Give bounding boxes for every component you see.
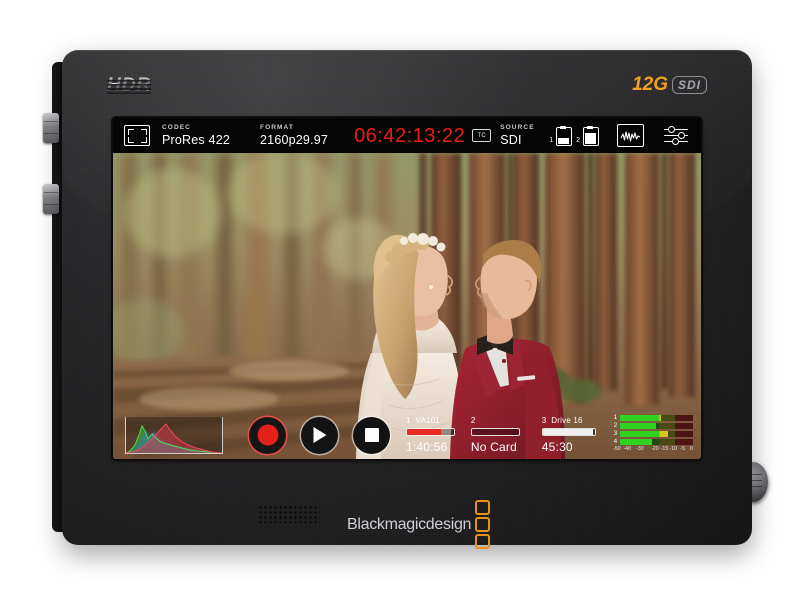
audio-meter-track [619, 431, 693, 437]
audio-meter-level [619, 415, 661, 421]
monitor-screen[interactable]: 1 VA101 1:40:56 2 No Card 3 Drive 16 45:… [113, 118, 701, 459]
media-slot-3-remaining: 45:30 [541, 440, 573, 454]
audio-meter-zone [675, 415, 693, 421]
audio-scale-tick: -5 [680, 446, 685, 452]
12g-label: 12G [632, 74, 668, 95]
audio-meter-zone [659, 415, 676, 421]
audio-meter-row: 2 [614, 423, 693, 429]
battery-2-number: 2 [576, 136, 580, 144]
record-button[interactable] [249, 416, 286, 454]
codec-label: CODEC [162, 123, 191, 131]
audio-scale-tick: -20 [651, 446, 659, 452]
media-slot-2-remaining: No Card [470, 440, 517, 454]
sliders-icon[interactable] [664, 126, 688, 145]
media-slot-3-name: Drive 16 [551, 416, 583, 425]
audio-meter-row: 4 [614, 439, 693, 445]
media-slot-1[interactable]: 1 VA101 1:40:56 [406, 416, 455, 454]
play-triangle-icon [313, 427, 327, 443]
battery-group[interactable]: 1 2 [549, 125, 599, 146]
media-slot-1-number: 1 [406, 416, 411, 425]
monitor-overlay-bar: 1 VA101 1:40:56 2 No Card 3 Drive 16 45:… [113, 411, 701, 459]
media-slot-2-header: 2 [471, 416, 520, 425]
audio-meter-row: 1 [614, 415, 693, 421]
audio-scale-tick: -15 [660, 446, 669, 452]
left-mount-tab-bottom [43, 184, 59, 214]
audio-scale-tick: -30 [636, 446, 644, 452]
12g-sdi-badge: 12G SDI [632, 74, 707, 96]
timecode-source-badge[interactable]: TC [472, 129, 492, 142]
format-field[interactable]: FORMAT 2160p29.97 [260, 123, 329, 147]
media-slot-2-bar [470, 428, 520, 436]
audio-meter-row: 3 [614, 431, 693, 437]
audio-meter-zone [659, 439, 676, 445]
audio-meter-rows: 1 2 3 4 [614, 415, 693, 445]
codec-value: ProRes 422 [162, 133, 231, 147]
audio-meters[interactable]: 1234 -50 -40 -30 -20 -15 -10 -5 0 [613, 415, 693, 455]
media-slot-1-bar-fill [407, 429, 441, 435]
media-slot-1-name: VA101 [415, 416, 440, 425]
timecode-display[interactable]: 06:42:13:22 [354, 126, 465, 146]
audio-scale-tick: 0 [689, 446, 693, 452]
battery-1-fill [557, 137, 569, 144]
status-bar: CODEC ProRes 422 FORMAT 2160p29.97 06:42… [113, 118, 701, 153]
stop-square-icon [364, 428, 379, 442]
audio-meter-zone [675, 423, 693, 429]
media-slot-3-bar [541, 428, 596, 436]
video-assist-monitor-body: HDR 12G SDI 1 VA101 1:40:56 2 No Card 3 … [62, 50, 752, 549]
audio-meter-level [619, 423, 657, 429]
sdi-label: SDI [671, 75, 707, 95]
audio-meter-zone [675, 431, 693, 437]
hdr-badge: HDR [107, 75, 152, 96]
format-value: 2160p29.97 [260, 133, 329, 147]
source-value: SDI [500, 133, 522, 147]
source-label: SOURCE [500, 123, 535, 131]
play-button[interactable] [301, 416, 338, 454]
audio-meter-level [619, 431, 669, 437]
video-preview[interactable]: 1 VA101 1:40:56 2 No Card 3 Drive 16 45:… [113, 153, 701, 459]
media-slot-3-bar-fill [542, 429, 593, 435]
battery-1-number: 1 [549, 136, 554, 144]
source-field[interactable]: SOURCE SDI [500, 123, 535, 147]
scope-glyph [620, 130, 641, 142]
media-slot-3-drive[interactable]: 3 Drive 16 45:30 [541, 416, 596, 454]
media-slot-1-bar [406, 428, 455, 436]
record-dot-icon [257, 424, 278, 446]
audio-scale-tick: -10 [669, 446, 677, 452]
audio-meter-track [619, 439, 693, 445]
audio-meter-level [619, 439, 652, 445]
media-slot-3-number: 3 [541, 416, 547, 425]
brand-text: Blackmagicdesign [347, 515, 472, 533]
brand-marks-icon [475, 500, 491, 549]
media-slot-3-header: 3 Drive 16 [542, 416, 596, 425]
screenshot-root: HDR 12G SDI 1 VA101 1:40:56 2 No Card 3 … [0, 0, 800, 600]
brand-logo: Blackmagicdesign [347, 500, 491, 549]
audio-meter-track [619, 423, 693, 429]
audio-scale-tick: -40 [623, 446, 631, 452]
media-slot-1-remaining: 1:40:56 [406, 440, 448, 454]
media-slot-1-header: 1 VA101 [406, 416, 455, 425]
waveform-scope-icon[interactable] [617, 124, 644, 147]
codec-field[interactable]: CODEC ProRes 422 [162, 123, 231, 147]
media-slot-2-number: 2 [470, 416, 476, 425]
media-slot-2[interactable]: 2 No Card [470, 416, 520, 454]
frame-corners-icon[interactable] [124, 125, 150, 146]
speaker-grille [258, 505, 320, 523]
audio-meter-track [619, 415, 693, 421]
battery-2-icon[interactable] [583, 125, 599, 146]
histogram-curves [125, 422, 223, 453]
format-label: FORMAT [260, 123, 294, 131]
audio-meter-zone [659, 423, 676, 429]
audio-meter-zone [675, 439, 693, 445]
stop-button[interactable] [353, 416, 390, 454]
rgb-histogram[interactable] [125, 416, 223, 454]
left-mount-tab-top [43, 113, 59, 143]
audio-scale-tick: -50 [613, 446, 621, 452]
battery-1-icon[interactable] [556, 125, 573, 146]
audio-meter-scale: -50 -40 -30 -20 -15 -10 -5 0 [613, 446, 693, 455]
battery-2-fill [584, 133, 596, 144]
